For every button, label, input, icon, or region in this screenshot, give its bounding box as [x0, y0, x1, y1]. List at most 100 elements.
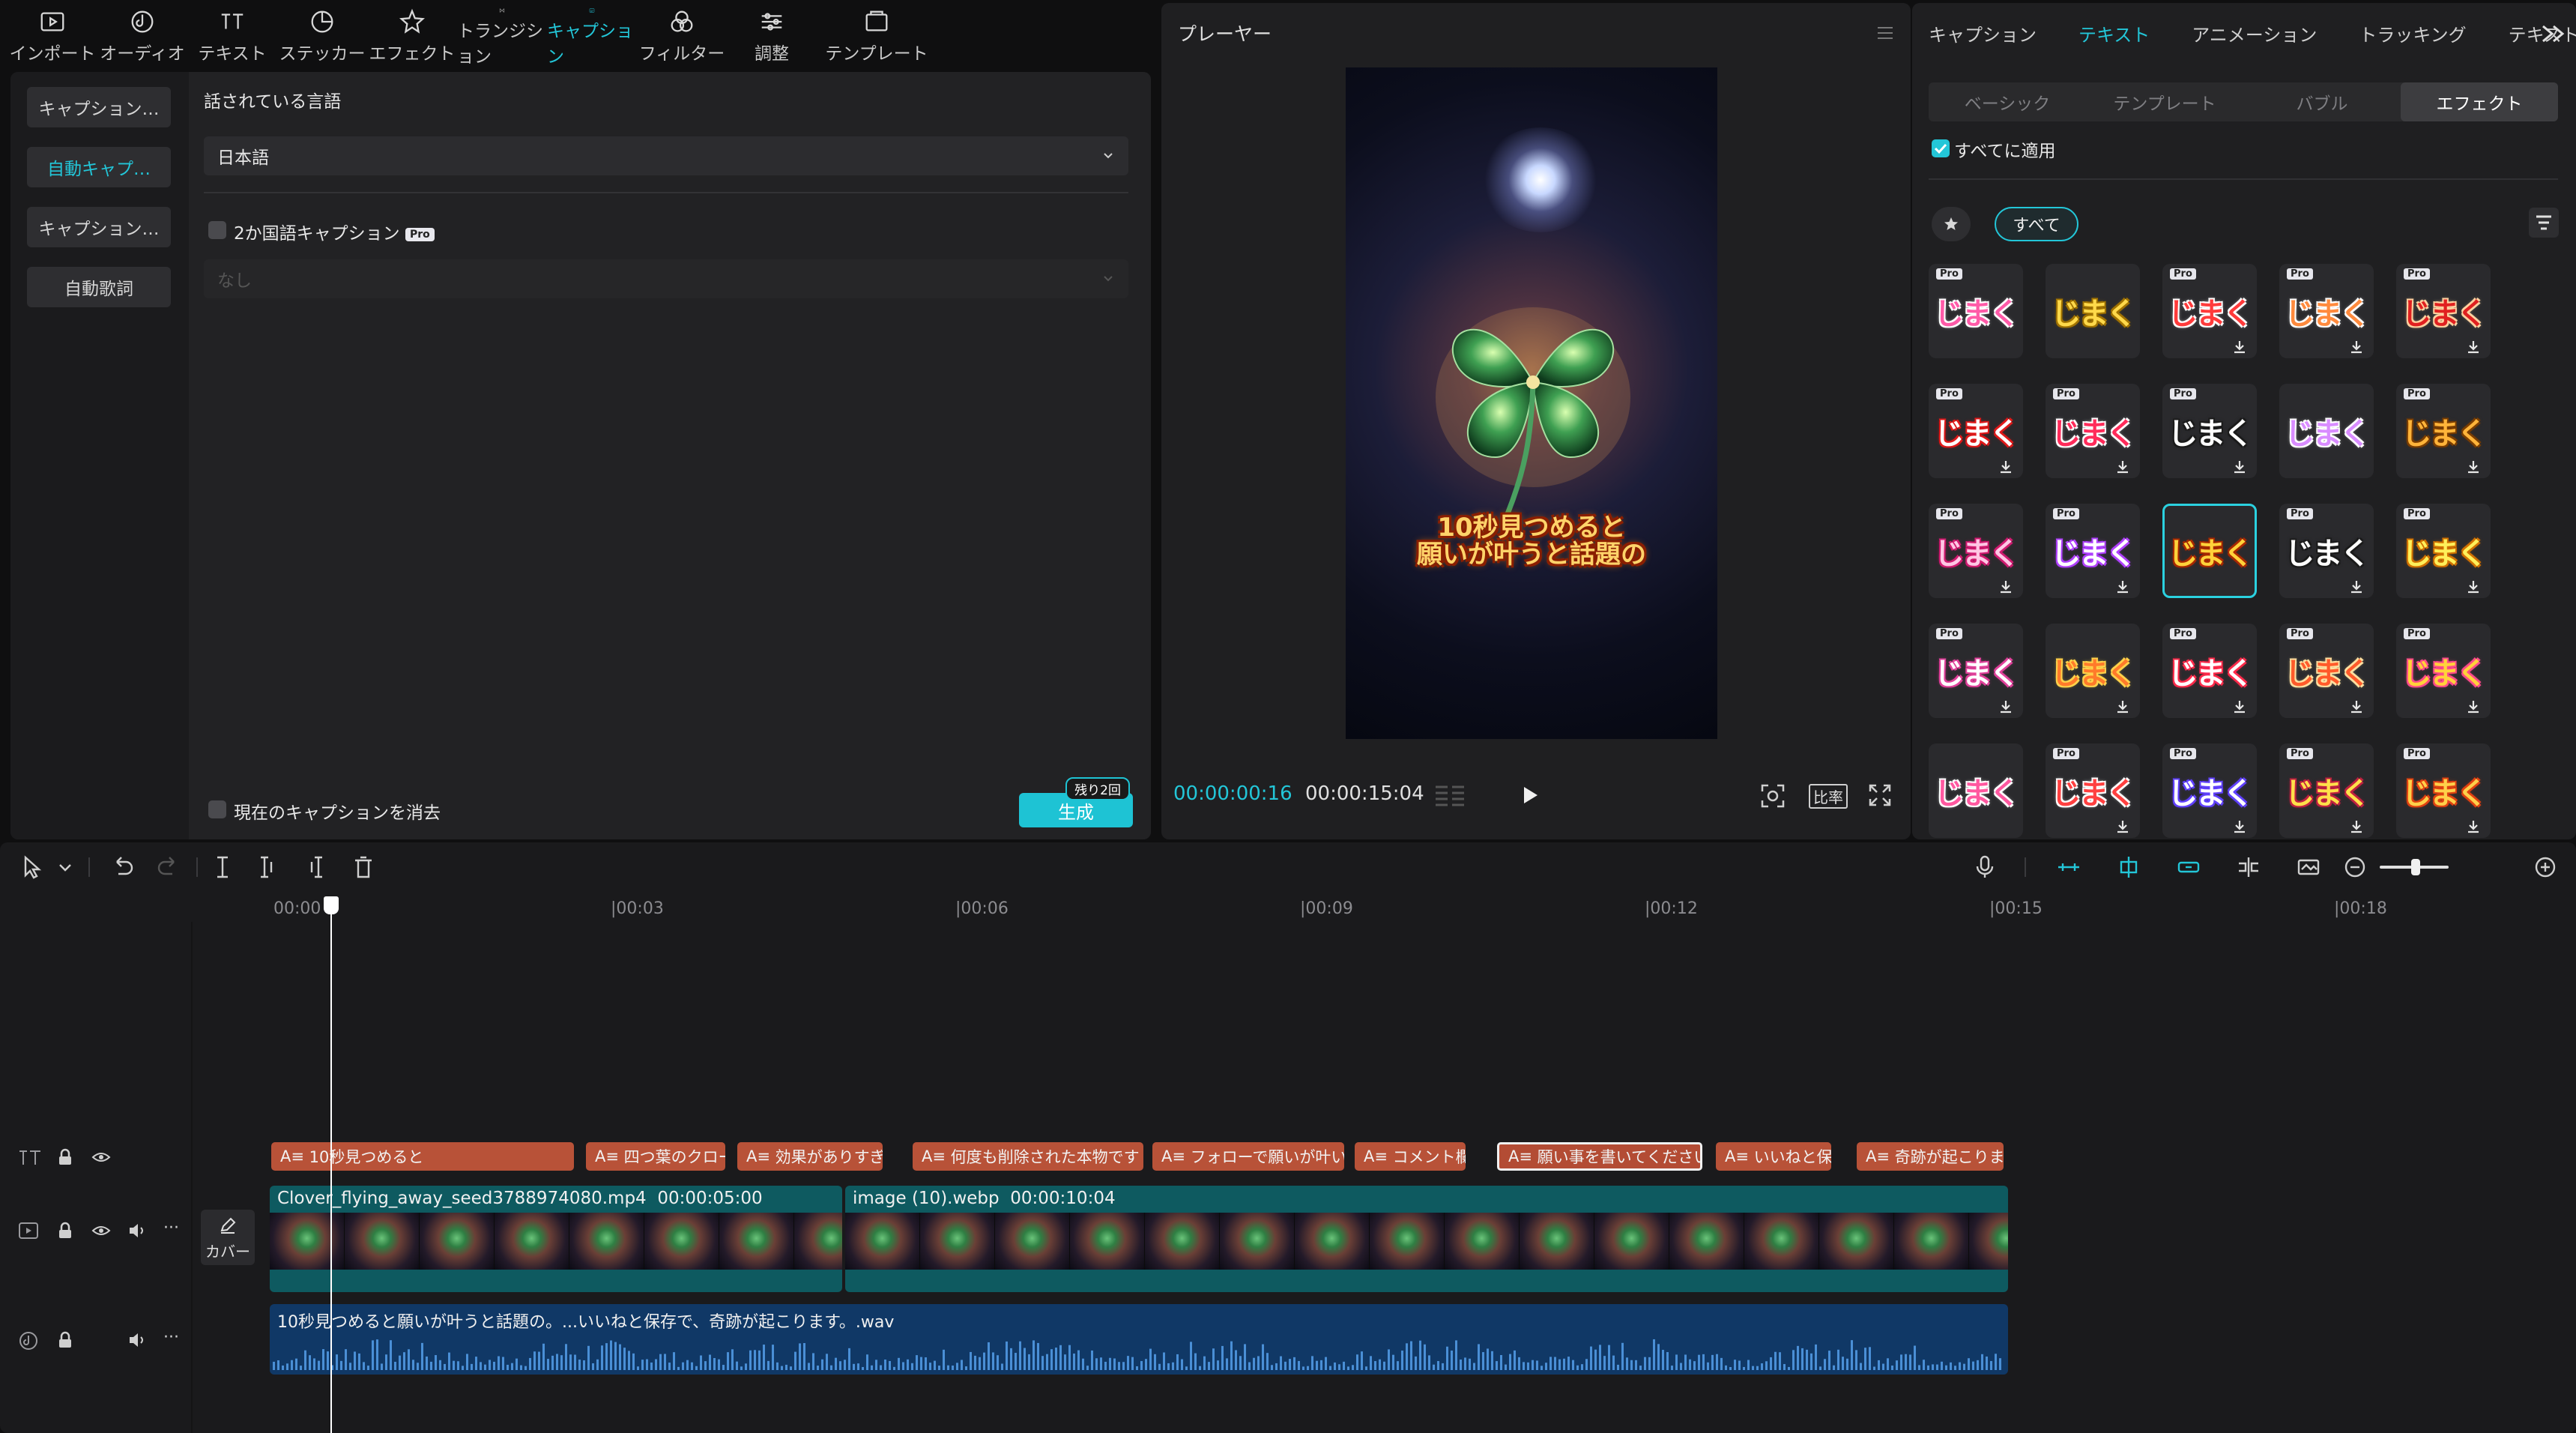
effect-preset-tile[interactable]: じまく Pro: [2396, 384, 2491, 478]
effect-preset-tile[interactable]: じまく: [1929, 743, 2023, 838]
subtab-template[interactable]: テンプレート: [2086, 82, 2243, 121]
apply-all-checkbox[interactable]: [1932, 139, 1950, 157]
lock-icon[interactable]: [57, 1148, 73, 1166]
split-right-icon[interactable]: [303, 854, 328, 880]
tab-text[interactable]: テキスト: [2078, 20, 2150, 46]
caption-clip[interactable]: A≡ コメント欄に: [1355, 1142, 1466, 1171]
effect-preset-tile[interactable]: じまく: [2046, 624, 2140, 718]
sidebar-item-caption-2[interactable]: キャプション…: [27, 207, 171, 247]
zoom-in-icon[interactable]: [2533, 854, 2558, 880]
split-left-icon[interactable]: [255, 854, 280, 880]
linkage-icon[interactable]: [2176, 854, 2201, 880]
tool-text[interactable]: テキスト: [187, 0, 277, 67]
microphone-icon[interactable]: [1972, 854, 1998, 880]
tool-transition[interactable]: トランジション: [457, 0, 547, 67]
effect-preset-tile[interactable]: じまく Pro: [2162, 264, 2257, 358]
effect-preset-tile[interactable]: じまく Pro: [2396, 624, 2491, 718]
more-tabs-icon[interactable]: [2540, 22, 2567, 45]
timeline-ruler[interactable]: 00:00 |00:03 |00:06 |00:09 |00:12 |00:15…: [266, 892, 2576, 922]
main-track-magnet-icon[interactable]: [2056, 854, 2081, 880]
sidebar-item-auto-caption[interactable]: 自動キャプ…: [27, 147, 171, 187]
subtab-effect[interactable]: エフェクト: [2401, 82, 2558, 121]
aspect-ratio-button[interactable]: 比率: [1809, 784, 1848, 809]
undo-icon[interactable]: [109, 854, 135, 880]
effect-preset-tile[interactable]: じまく: [2279, 384, 2374, 478]
effect-preset-tile[interactable]: じまく Pro: [2396, 504, 2491, 598]
caption-clip[interactable]: A≡ 奇跡が起こりま: [1857, 1142, 2004, 1171]
subtab-basic[interactable]: ベーシック: [1929, 82, 2086, 121]
tool-import[interactable]: インポート: [7, 0, 97, 67]
lock-icon[interactable]: [57, 1222, 73, 1240]
tab-tracking[interactable]: トラッキング: [2359, 20, 2466, 46]
effect-preset-tile[interactable]: じまく Pro: [2162, 743, 2257, 838]
split-icon[interactable]: [210, 854, 235, 880]
more-options-icon[interactable]: ···: [163, 1328, 179, 1347]
chevron-down-icon[interactable]: [57, 854, 73, 880]
timeline-grid-icon[interactable]: [1434, 782, 1467, 808]
audio-clip[interactable]: 10秒見つめると願いが叶うと話題の。...いいねと保存で、奇跡が起こります。.w…: [270, 1304, 2008, 1375]
caption-clip[interactable]: A≡ 四つ葉のクロー: [586, 1142, 725, 1171]
speaker-icon[interactable]: [127, 1222, 147, 1240]
video-clip[interactable]: image (10).webp 00:00:10:04: [845, 1186, 2008, 1292]
select-cursor-icon[interactable]: [19, 854, 45, 880]
delete-icon[interactable]: [351, 854, 376, 880]
sidebar-item-auto-lyrics[interactable]: 自動歌詞: [27, 267, 171, 307]
caption-clip[interactable]: A≡ フォローで願いが叶いま: [1152, 1142, 1344, 1171]
effect-preset-tile[interactable]: じまく Pro: [2279, 743, 2374, 838]
effect-preset-tile[interactable]: じまく Pro: [2046, 384, 2140, 478]
subtab-bubble[interactable]: バブル: [2243, 82, 2401, 121]
effect-preset-tile[interactable]: じまく Pro: [2279, 264, 2374, 358]
lock-icon[interactable]: [57, 1331, 73, 1349]
cover-button[interactable]: カバー: [201, 1210, 255, 1265]
effect-preset-tile[interactable]: じまく Pro: [2279, 504, 2374, 598]
speaker-icon[interactable]: [127, 1331, 147, 1349]
tool-adjust[interactable]: 調整: [727, 0, 817, 67]
caption-clip[interactable]: A≡ いいねと保存: [1716, 1142, 1831, 1171]
tab-caption[interactable]: キャプション: [1929, 20, 2037, 46]
effect-preset-tile[interactable]: じまく: [2162, 504, 2257, 598]
preview-axis-icon[interactable]: [2236, 854, 2261, 880]
clear-caption-checkbox[interactable]: [208, 800, 226, 818]
caption-clip-selected[interactable]: A≡ 願い事を書いてください: [1497, 1142, 1702, 1171]
tool-audio[interactable]: オーディオ: [97, 0, 187, 67]
filter-all-chip[interactable]: すべて: [1995, 207, 2078, 241]
play-icon[interactable]: [1518, 782, 1542, 808]
effect-preset-tile[interactable]: じまく Pro: [1929, 504, 2023, 598]
video-clip[interactable]: Clover_flying_away_seed3788974080.mp4 00…: [270, 1186, 842, 1292]
tab-animation[interactable]: アニメーション: [2192, 20, 2317, 46]
caption-clip[interactable]: A≡ 何度も削除された本物です: [913, 1142, 1143, 1171]
effect-preset-tile[interactable]: じまく Pro: [2396, 264, 2491, 358]
screenshot-icon[interactable]: [1759, 782, 1786, 809]
effect-preset-tile[interactable]: じまく Pro: [2396, 743, 2491, 838]
eye-icon[interactable]: [91, 1223, 111, 1238]
thumbnail-icon[interactable]: [2296, 854, 2321, 880]
playhead[interactable]: [330, 896, 332, 1433]
fullscreen-icon[interactable]: [1867, 782, 1893, 808]
secondary-language-select[interactable]: なし: [204, 259, 1128, 298]
playhead-handle[interactable]: [324, 896, 339, 914]
caption-clip[interactable]: A≡ 10秒見つめると: [271, 1142, 574, 1171]
effect-preset-tile[interactable]: じまく Pro: [2046, 504, 2140, 598]
favorites-button[interactable]: [1932, 207, 1971, 241]
tool-effect[interactable]: エフェクト: [367, 0, 457, 67]
sidebar-item-caption-1[interactable]: キャプション…: [27, 87, 171, 127]
effect-preset-tile[interactable]: じまく Pro: [2279, 624, 2374, 718]
effect-preset-tile[interactable]: じまく Pro: [1929, 624, 2023, 718]
tool-sticker[interactable]: ステッカー: [277, 0, 367, 67]
eye-icon[interactable]: [91, 1150, 111, 1165]
filter-sort-icon[interactable]: [2528, 207, 2560, 238]
effect-preset-tile[interactable]: じまく Pro: [2162, 624, 2257, 718]
bilingual-checkbox[interactable]: [208, 221, 226, 239]
tool-caption[interactable]: キャプション: [547, 0, 637, 67]
effect-preset-tile[interactable]: じまく Pro: [2162, 384, 2257, 478]
caption-clip[interactable]: A≡ 効果がありすぎ: [737, 1142, 883, 1171]
zoom-out-icon[interactable]: [2342, 854, 2368, 880]
menu-icon[interactable]: [1875, 22, 1896, 43]
effect-preset-tile[interactable]: じまく Pro: [1929, 384, 2023, 478]
auto-snap-icon[interactable]: [2116, 854, 2141, 880]
effect-preset-tile[interactable]: じまく Pro: [1929, 264, 2023, 358]
more-options-icon[interactable]: ···: [163, 1219, 179, 1237]
effect-preset-tile[interactable]: じまく: [2046, 264, 2140, 358]
tool-filter[interactable]: フィルター: [637, 0, 727, 67]
redo-icon[interactable]: [156, 854, 181, 880]
